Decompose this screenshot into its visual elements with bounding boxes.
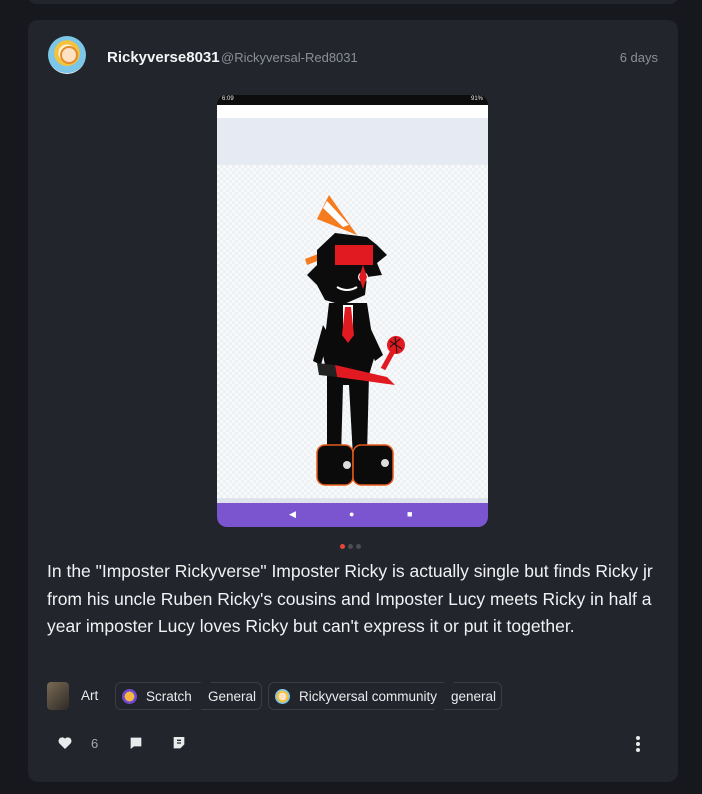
post-username[interactable]: Rickyverse8031 (107, 49, 220, 66)
community-icon (275, 689, 290, 704)
art-icon (47, 682, 69, 710)
repost-icon (173, 737, 185, 749)
more-vertical-icon (636, 736, 640, 752)
carousel-indicator (340, 536, 364, 554)
heart-icon (58, 737, 72, 749)
status-time: 6:09 (222, 96, 234, 102)
tag-scratch[interactable]: Scratch General (115, 682, 262, 710)
like-button[interactable] (57, 735, 73, 756)
avatar[interactable] (48, 36, 86, 74)
carousel-dot-2[interactable] (348, 544, 353, 549)
character-drawing (305, 195, 405, 486)
post-body: In the "Imposter Rickyverse" Imposter Ri… (47, 561, 653, 636)
repost-button[interactable] (171, 735, 187, 756)
tag-art-label: Art (81, 688, 99, 703)
post-handle[interactable]: @Rickyversal-Red8031 (221, 50, 358, 65)
comment-icon (130, 737, 142, 749)
phone-nav-bar: ◀ ● ■ (217, 503, 488, 527)
tag-scratch-sub: General (208, 689, 257, 704)
phone-status-bar: 6:09 91% (217, 95, 488, 105)
nav-home-icon: ● (349, 509, 355, 519)
nav-back-icon: ◀ (289, 509, 296, 519)
tag-rickyversal-sub: general (451, 689, 497, 704)
more-options-button[interactable] (634, 735, 642, 758)
tag-rickyversal-label: Rickyversal community (299, 689, 438, 704)
post-timestamp: 6 days (619, 50, 658, 65)
app-toolbar (217, 118, 488, 165)
carousel-dot-3[interactable] (356, 544, 361, 549)
comment-button[interactable] (128, 735, 144, 756)
drawing-canvas (217, 165, 488, 503)
carousel-dot-1[interactable] (340, 544, 345, 549)
post-actions: 6 (47, 735, 659, 759)
red-mask (335, 245, 373, 265)
nav-recent-icon: ■ (407, 509, 413, 519)
status-battery: 91% (470, 96, 483, 102)
character-head (307, 233, 387, 305)
post-image[interactable]: 6:09 91% ◀ ● ■ (217, 95, 488, 527)
like-count: 6 (91, 736, 99, 751)
previous-post-card (28, 0, 678, 4)
tag-scratch-label: Scratch (146, 689, 192, 704)
tag-rickyversal[interactable]: Rickyversal community general (268, 682, 502, 710)
app-bar (217, 105, 488, 118)
post-card: Rickyverse8031 @Rickyversal-Red8031 6 da… (28, 20, 678, 782)
tag-art[interactable]: Art (47, 682, 109, 710)
scratch-icon (122, 689, 137, 704)
